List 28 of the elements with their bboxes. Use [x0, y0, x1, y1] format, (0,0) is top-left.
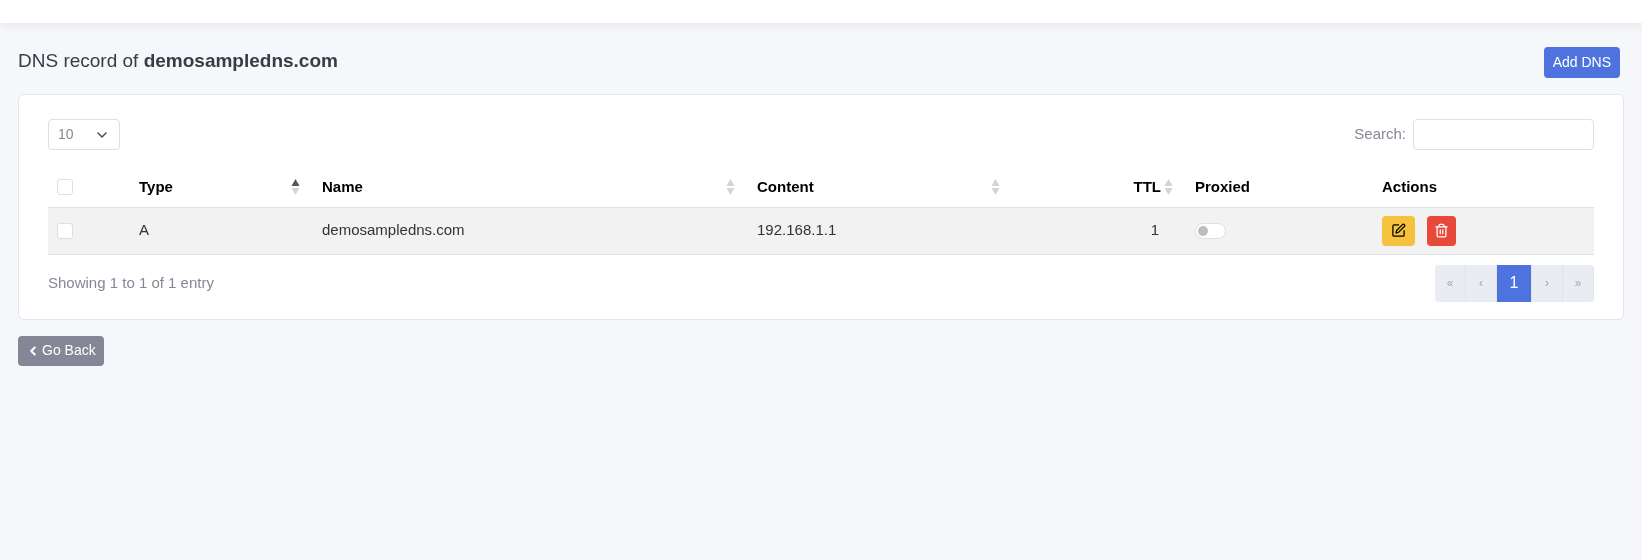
checkbox[interactable] — [57, 222, 73, 239]
column-header[interactable]: Proxied — [1195, 175, 1251, 198]
page-length-select[interactable]: 10 — [48, 119, 120, 150]
table-info: Showing 1 to 1 of 1 entry — [48, 272, 214, 293]
table-cell: 1 — [1150, 221, 1159, 239]
delete-button[interactable] — [1427, 215, 1456, 246]
page-link[interactable]: › — [1532, 264, 1563, 302]
table-cell: A — [139, 221, 149, 239]
table-cell: demosampledns.com — [322, 221, 465, 239]
column-header[interactable]: Actions — [1382, 175, 1437, 198]
trash-icon — [1434, 223, 1449, 238]
go-back-button[interactable]: Go Back — [18, 335, 104, 366]
page-link[interactable]: « — [1435, 264, 1466, 302]
column-header[interactable]: Name — [322, 175, 363, 198]
table-cell: 192.168.1.1 — [757, 221, 837, 239]
page-title: DNS record of demosampledns.com — [18, 49, 338, 73]
edit-icon — [1391, 223, 1406, 238]
proxied-toggle[interactable] — [1195, 222, 1226, 239]
page-link[interactable]: 1 — [1497, 264, 1532, 302]
column-header[interactable]: TTL — [1133, 175, 1161, 198]
search-field[interactable] — [1413, 119, 1594, 150]
search-label: Search: — [1354, 124, 1406, 145]
column-header[interactable]: Content — [757, 175, 814, 198]
page-link[interactable]: » — [1563, 264, 1594, 302]
checkbox[interactable] — [57, 178, 73, 195]
add-dns-button[interactable]: Add DNS — [1543, 47, 1620, 78]
column-header[interactable]: Type — [139, 175, 173, 198]
edit-button[interactable] — [1382, 215, 1415, 246]
